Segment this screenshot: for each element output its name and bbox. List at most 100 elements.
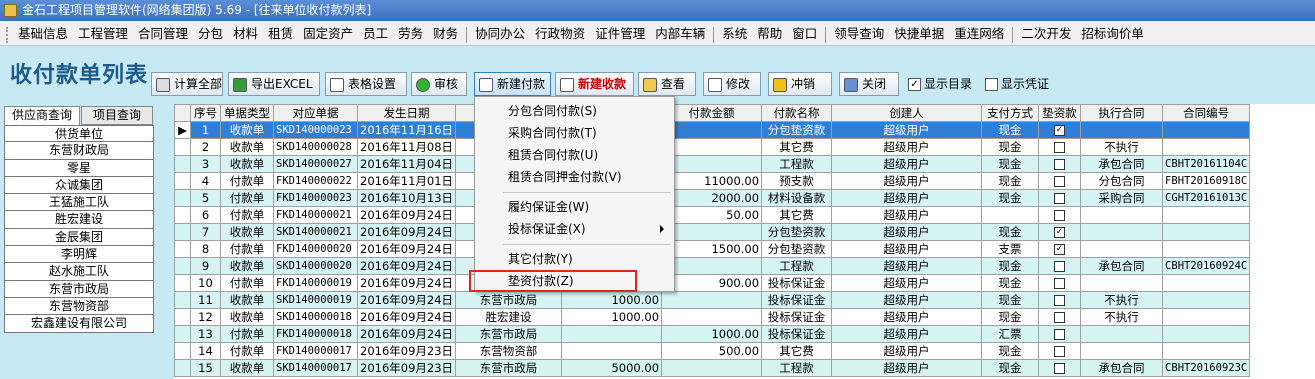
checkbox-empty-icon[interactable] (1054, 312, 1066, 323)
checkbox-empty-icon[interactable] (1054, 210, 1066, 221)
column-header[interactable]: 序号 (190, 104, 221, 122)
table-row[interactable]: 15 收款单 SKD140000017 2016年09月23日 东营市政局 5000.00… (174, 359, 1251, 377)
menu-item[interactable]: 系统 (717, 21, 752, 46)
edit-button[interactable]: 修改 (703, 72, 761, 96)
column-header[interactable]: 对应单据 (273, 104, 358, 122)
table-row[interactable]: 10 付款单 FKD140000019 2016年09月24日 900.00 投标保证金超… (174, 274, 1251, 292)
dropdown-item[interactable]: 其它付款(Y) (475, 249, 674, 269)
menu-item[interactable]: 招标询价单 (1076, 21, 1149, 46)
menu-item[interactable]: 合同管理 (133, 21, 193, 46)
audit-button[interactable]: 审核 (411, 72, 467, 96)
menu-item[interactable]: 帮助 (752, 21, 787, 46)
table-row[interactable]: ▶1收款单SKD1400000232016年11月16日东分包垫资款超级用户现金… (174, 121, 1251, 139)
checkbox-empty-icon[interactable] (1054, 329, 1066, 340)
table-row[interactable]: 8 付款单 FKD140000020 2016年09月24日 1500.00 分包垫资款超… (174, 240, 1251, 258)
dropdown-item[interactable]: 采购合同付款(T) (475, 123, 674, 143)
menu-item[interactable]: 租赁 (263, 21, 298, 46)
row-marker (174, 240, 191, 258)
show-catalog-checkbox[interactable]: ✓ 显示目录 (908, 76, 972, 92)
table-row[interactable]: 12 收款单 SKD140000018 2016年09月24日 胜宏建设 1000.00 投… (174, 308, 1251, 326)
supplier-list-item[interactable]: 众诚集团 (4, 176, 154, 195)
dropdown-item[interactable]: 履约保证金(W) (475, 197, 674, 217)
menu-item[interactable]: 基础信息 (13, 21, 73, 46)
supplier-list-item[interactable]: 赵水施工队 (4, 263, 154, 281)
menu-item[interactable]: 重连网络 (949, 21, 1009, 46)
menu-item[interactable]: 固定资产 (298, 21, 358, 46)
dropdown-item[interactable]: 投标保证金(X) (475, 219, 674, 239)
menu-item[interactable]: 二次开发 (1016, 21, 1076, 46)
checkbox-empty-icon[interactable] (1054, 278, 1066, 289)
menu-item[interactable]: 工程管理 (73, 21, 133, 46)
column-header[interactable]: 发生日期 (356, 104, 457, 122)
checkbox-empty-icon[interactable] (1054, 176, 1066, 187)
show-voucher-checkbox[interactable]: 显示凭证 (985, 76, 1049, 92)
table-row[interactable]: 6 付款单 FKD140000021 2016年09月24日 50.00 其它费 超级用户 (174, 206, 1251, 224)
column-header[interactable]: 付款金额 (661, 104, 763, 122)
menu-item[interactable]: 窗口 (787, 21, 822, 46)
table-row[interactable]: 4 付款单 FKD140000022 2016年11月01日 11000.00 预支款 超级… (174, 172, 1251, 190)
checkbox-empty-icon[interactable] (1054, 159, 1066, 170)
table-row[interactable]: 2 收款单 SKD140000028 2016年11月08日 其它费 超级用户 现金 不执行 (174, 138, 1251, 156)
table-settings-button[interactable]: 表格设置 (325, 72, 407, 96)
table-row[interactable]: 5 付款单 FKD140000023 2016年10月13日 2000.00 材料设备款超… (174, 189, 1251, 207)
table-row[interactable]: 3 收款单 SKD140000027 2016年11月04日 工程款 超级用户 现金 承包合同… (174, 155, 1251, 173)
checkbox-checked-icon[interactable]: ✓ (1054, 227, 1066, 238)
column-header[interactable]: 单据类型 (220, 104, 274, 122)
column-header[interactable]: 支付方式 (981, 104, 1040, 122)
view-button[interactable]: 查看 (638, 72, 696, 96)
supplier-list-item[interactable]: 宏鑫建设有限公司 (4, 315, 154, 333)
checkbox-checked-icon[interactable]: ✓ (1054, 244, 1066, 255)
menu-item[interactable]: 行政物资 (530, 21, 590, 46)
menu-item[interactable]: 劳务 (393, 21, 428, 46)
dropdown-item[interactable]: 租赁合同押金付款(V) (475, 167, 674, 187)
table-row[interactable]: 9 收款单 SKD140000020 2016年09月24日 工程款 超级用户 现金 承包合同… (174, 257, 1251, 275)
tab-supplier-query[interactable]: 供应商查询 (4, 106, 80, 126)
supplier-list-item[interactable]: 东营财政局 (4, 142, 154, 160)
menu-item[interactable]: 财务 (428, 21, 463, 46)
menu-item[interactable]: 内部车辆 (650, 21, 710, 46)
checkbox-empty-icon[interactable] (1054, 346, 1066, 357)
table-row[interactable]: 11 收款单 SKD140000019 2016年09月24日 东营市政局 1000.00… (174, 291, 1251, 309)
supplier-list-item[interactable]: 王猛施工队 (4, 194, 154, 212)
checkbox-empty-icon[interactable] (1054, 261, 1066, 272)
table-row[interactable]: 14 付款单 FKD140000017 2016年09月23日 东营物资部 500.00 其… (174, 342, 1251, 360)
supplier-list-item[interactable]: 胜宏建设 (4, 211, 154, 229)
export-excel-button[interactable]: 导出EXCEL (228, 72, 320, 96)
calc-all-button[interactable]: 计算全部 (151, 72, 223, 96)
supplier-list-item[interactable]: 零星 (4, 159, 154, 177)
supplier-list-item[interactable]: 金辰集团 (4, 228, 154, 247)
menu-item[interactable]: 分包 (193, 21, 228, 46)
table-cell: ✓ (1038, 223, 1082, 241)
supplier-list-item[interactable]: 李明辉 (4, 246, 154, 264)
menu-item[interactable]: 快捷单据 (889, 21, 949, 46)
table-cell: SKD140000021 (273, 223, 358, 241)
column-header[interactable]: 执行合同 (1080, 104, 1164, 122)
close-button[interactable]: 关闭 (839, 72, 899, 96)
menu-item[interactable]: 领导查询 (829, 21, 889, 46)
tab-project-query[interactable]: 项目查询 (81, 106, 153, 125)
column-header[interactable]: 创建人 (831, 104, 983, 122)
supplier-list-item[interactable]: 东营市政局 (4, 280, 154, 298)
menu-item[interactable]: 员工 (358, 21, 393, 46)
checkbox-empty-icon[interactable] (1054, 193, 1066, 204)
dropdown-item[interactable]: 租赁合同付款(U) (475, 145, 674, 165)
checkbox-checked-icon[interactable]: ✓ (1054, 125, 1066, 136)
new-receipt-button[interactable]: 新建收款 (555, 72, 634, 96)
dropdown-separator (503, 192, 671, 193)
dropdown-item[interactable]: 分包合同付款(S) (475, 101, 674, 121)
column-header[interactable]: 合同编号 (1162, 104, 1251, 122)
checkbox-empty-icon[interactable] (1054, 142, 1066, 153)
menu-item[interactable]: 材料 (228, 21, 263, 46)
menu-item[interactable]: 协同办公 (470, 21, 530, 46)
reverse-button[interactable]: 冲销 (768, 72, 832, 96)
table-row[interactable]: 13 付款单 FKD140000018 2016年09月24日 东营市政局 1000.00… (174, 325, 1251, 343)
checkbox-empty-icon[interactable] (1054, 295, 1066, 306)
supplier-list-item[interactable]: 东营物资部 (4, 297, 154, 316)
checkbox-empty-icon[interactable] (1054, 363, 1066, 374)
table-row[interactable]: 7 收款单 SKD140000021 2016年09月24日 分包垫资款 超级用户 现金 ✓ (174, 223, 1251, 241)
table-cell: 9 (190, 257, 221, 275)
new-payment-button[interactable]: 新建付款 (474, 72, 551, 96)
menu-item[interactable]: 证件管理 (590, 21, 650, 46)
column-header[interactable]: 垫资款 (1038, 104, 1082, 122)
column-header[interactable]: 付款名称 (761, 104, 833, 122)
